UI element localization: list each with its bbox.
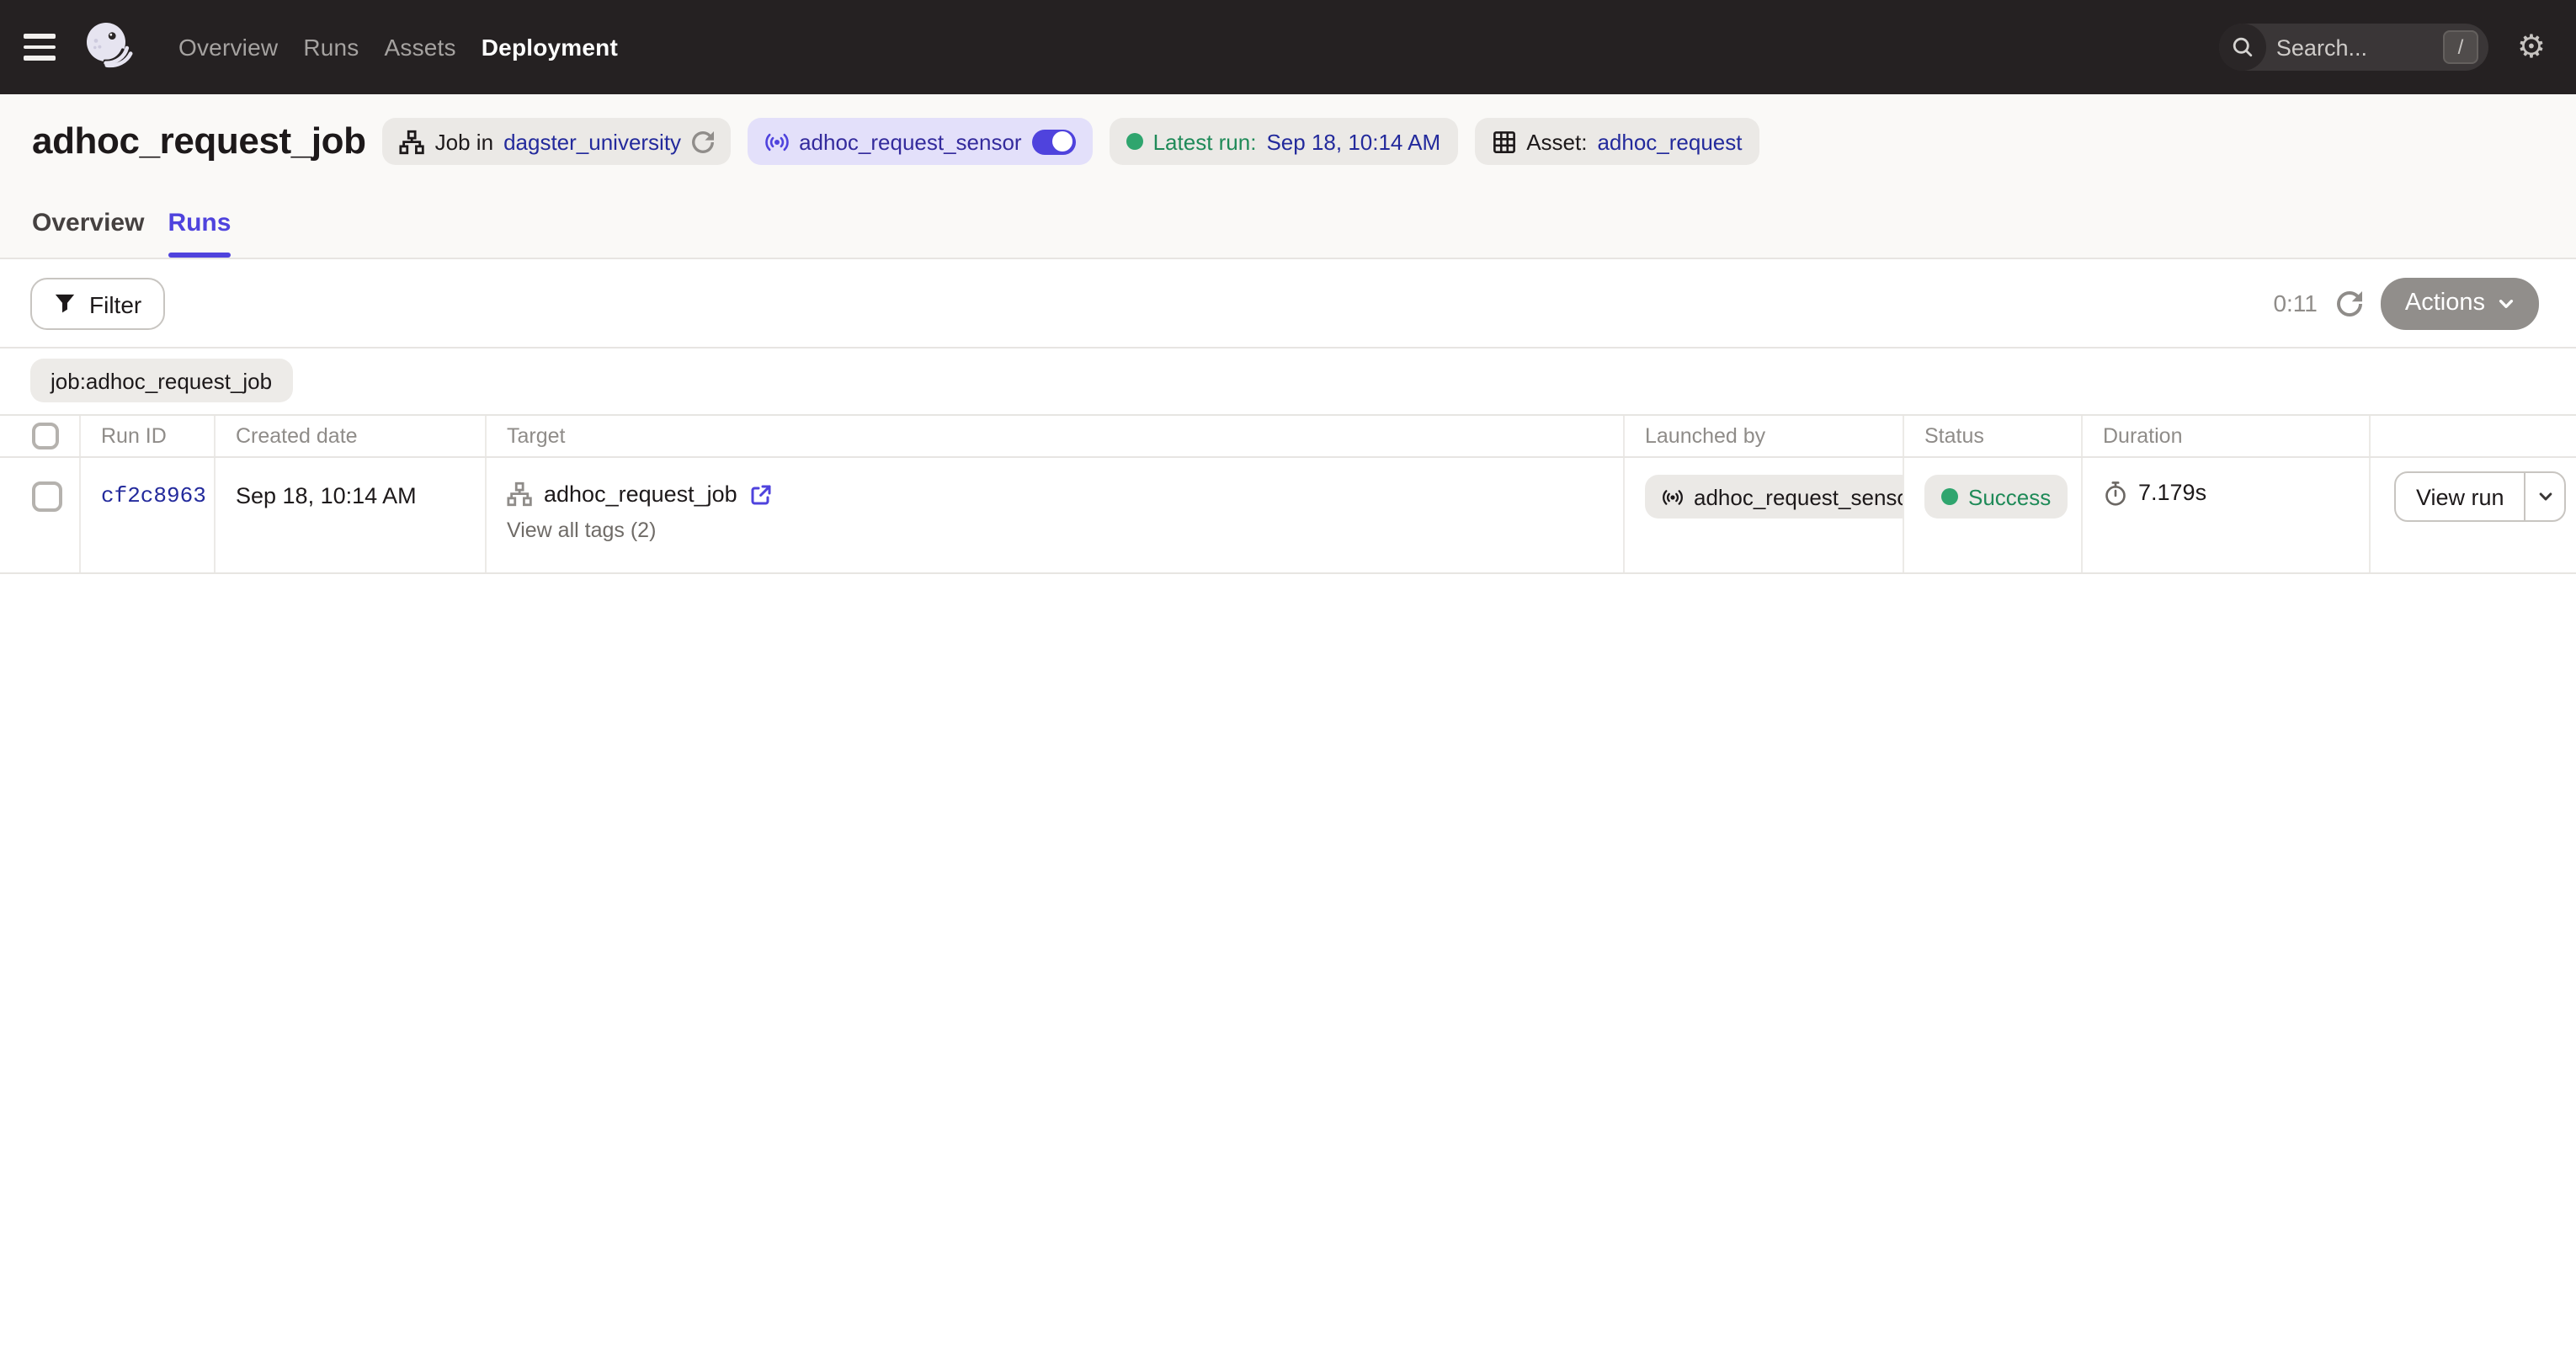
filter-button[interactable]: Filter [30, 278, 165, 330]
sensor-toggle[interactable] [1032, 129, 1076, 154]
dagster-logo-icon[interactable] [82, 20, 136, 74]
select-all-checkbox[interactable] [32, 423, 59, 449]
runs-toolbar: Filter 0:11 Actions [0, 259, 2576, 348]
status-badge[interactable]: Success [1924, 475, 2068, 519]
job-graph-icon [507, 481, 532, 507]
column-header-status: Status [1904, 416, 2083, 456]
actions-button-label: Actions [2405, 290, 2485, 316]
stopwatch-icon [2103, 480, 2128, 507]
external-link-icon[interactable] [749, 482, 773, 506]
top-navigation-bar: Overview Runs Assets Deployment / ⚙ [0, 0, 2576, 94]
job-location-badge[interactable]: Job in dagster_university [383, 118, 730, 165]
view-all-tags-link[interactable]: View all tags (2) [507, 519, 656, 542]
topbar-right-group: / ⚙ [2219, 24, 2546, 71]
nav-runs[interactable]: Runs [303, 34, 359, 61]
launched-by-tag[interactable]: adhoc_request_sensor [1645, 475, 1904, 519]
table-header-row: Run ID Created date Target Launched by S… [0, 414, 2576, 458]
global-search[interactable]: / [2219, 24, 2488, 71]
active-filters-row: job:adhoc_request_job [0, 348, 2576, 414]
column-header-duration: Duration [2083, 416, 2371, 456]
filter-button-label: Filter [89, 290, 141, 317]
tab-overview[interactable]: Overview [32, 209, 144, 258]
hamburger-menu-icon[interactable] [24, 24, 71, 71]
view-run-caret-button[interactable] [2526, 473, 2565, 520]
filter-funnel-icon [54, 293, 76, 315]
search-shortcut-badge: / [2443, 30, 2478, 64]
reload-repo-icon[interactable] [691, 130, 713, 152]
latest-run-status-dot [1126, 133, 1143, 150]
row-checkbox[interactable] [32, 481, 62, 512]
job-location-text: Job in [435, 129, 493, 154]
toolbar-right-group: 0:11 Actions [2273, 259, 2539, 347]
column-header-actions [2371, 416, 2576, 456]
page-header: adhoc_request_job Job in dagster_univers… [0, 94, 2576, 259]
column-header-run-id: Run ID [81, 416, 216, 456]
page-title: adhoc_request_job [32, 120, 366, 163]
dagster-app: Overview Runs Assets Deployment / ⚙ adho… [0, 0, 2576, 1367]
tab-runs[interactable]: Runs [168, 209, 231, 258]
chevron-down-icon [2497, 294, 2515, 312]
title-row: adhoc_request_job Job in dagster_univers… [32, 118, 1759, 165]
search-icon [2219, 24, 2266, 71]
asset-label: Asset: [1526, 129, 1587, 154]
sensor-name[interactable]: adhoc_request_sensor [799, 129, 1022, 154]
table-row: cf2c8963 Sep 18, 10:14 AM adhoc_request_… [0, 458, 2576, 574]
gear-icon[interactable]: ⚙ [2517, 31, 2546, 63]
actions-button[interactable]: Actions [2382, 277, 2539, 329]
launched-by-name: adhoc_request_sensor [1694, 484, 1904, 509]
sensor-icon [1662, 486, 1684, 508]
nav-assets[interactable]: Assets [385, 34, 456, 61]
asset-table-icon [1491, 129, 1516, 154]
refresh-icon[interactable] [2333, 286, 2366, 320]
refresh-countdown: 0:11 [2273, 290, 2317, 316]
asset-link[interactable]: adhoc_request [1597, 129, 1742, 154]
duration-value: 7.179s [2138, 480, 2206, 505]
sensor-icon [764, 129, 789, 154]
latest-run-badge[interactable]: Latest run: Sep 18, 10:14 AM [1110, 118, 1458, 165]
target-line: adhoc_request_job [507, 481, 1623, 507]
column-header-created-date: Created date [216, 416, 487, 456]
run-id-link[interactable]: cf2c8963 [81, 458, 216, 572]
target-job-name[interactable]: adhoc_request_job [544, 481, 737, 507]
filter-chip-job[interactable]: job:adhoc_request_job [30, 359, 292, 402]
runs-table: Run ID Created date Target Launched by S… [0, 414, 2576, 574]
nav-overview[interactable]: Overview [178, 34, 278, 61]
latest-run-link[interactable]: Sep 18, 10:14 AM [1266, 129, 1440, 154]
nav-deployment[interactable]: Deployment [482, 34, 618, 61]
column-header-launched-by: Launched by [1625, 416, 1904, 456]
page-tabs: Overview Runs [32, 209, 231, 258]
sensor-badge[interactable]: adhoc_request_sensor [747, 118, 1093, 165]
created-date-value: Sep 18, 10:14 AM [216, 458, 487, 572]
asset-badge[interactable]: Asset: adhoc_request [1474, 118, 1759, 165]
column-header-target: Target [487, 416, 1625, 456]
repo-link[interactable]: dagster_university [503, 129, 681, 154]
view-run-split-button: View run [2394, 471, 2567, 522]
status-label: Success [1968, 484, 2051, 509]
status-dot [1941, 488, 1958, 505]
search-input[interactable] [2276, 35, 2424, 60]
latest-run-label: Latest run: [1153, 129, 1257, 154]
job-graph-icon [400, 129, 425, 154]
chevron-down-icon [2537, 488, 2554, 505]
main-nav: Overview Runs Assets Deployment [178, 34, 618, 61]
view-run-button[interactable]: View run [2396, 473, 2525, 520]
